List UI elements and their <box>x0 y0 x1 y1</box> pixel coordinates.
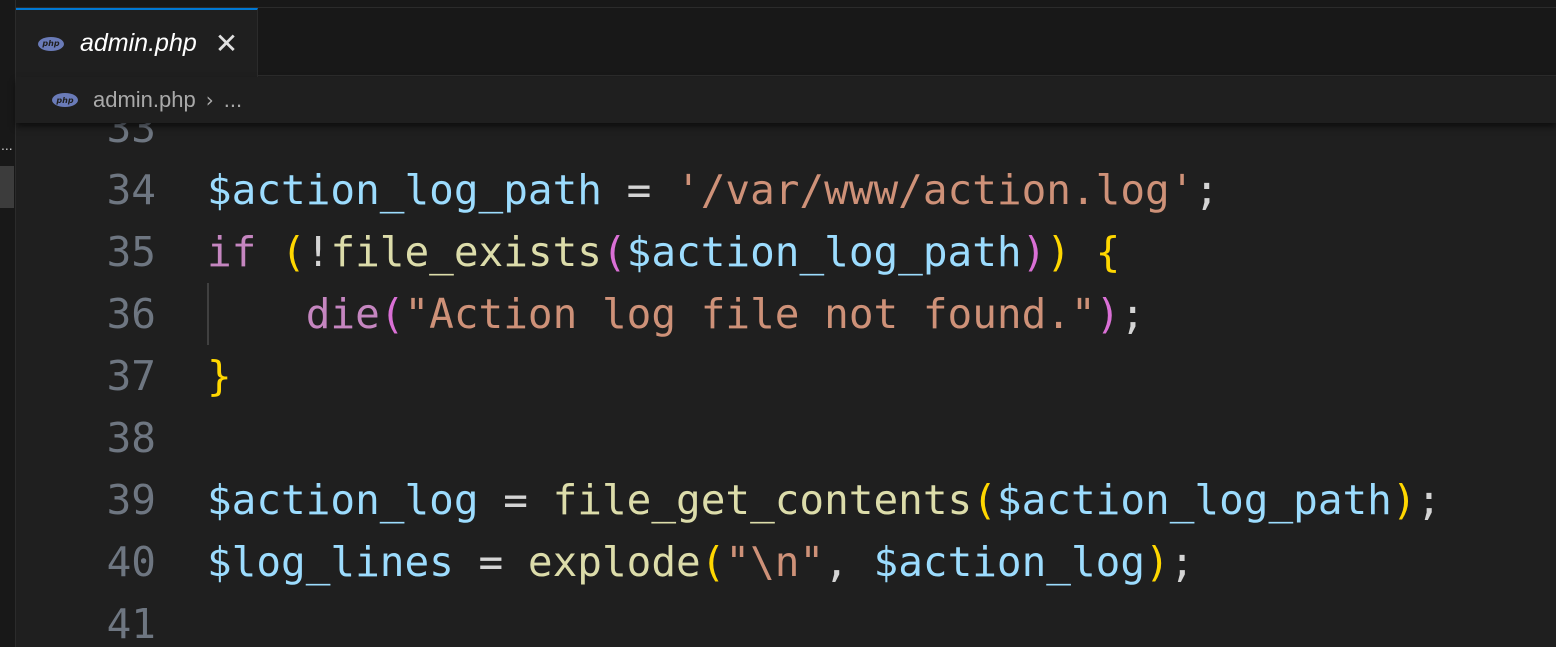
scroll-indicator[interactable] <box>0 166 14 208</box>
code-text[interactable]: $action_log = file_get_contents($action_… <box>207 476 1441 524</box>
line-number: 35 <box>106 228 156 276</box>
code-token: "Action log file not found." <box>404 290 1096 338</box>
line-number: 39 <box>106 476 156 524</box>
code-token: ; <box>1120 290 1146 338</box>
code-token: ; <box>1169 538 1195 586</box>
code-token: ) <box>1021 228 1047 276</box>
editor-window: ... php admin.php ✕ php admin.php › ... … <box>0 0 1556 647</box>
code-token: $action_log_path <box>996 476 1392 524</box>
code-editor[interactable]: 33 34 $action_log_path = '/var/www/action.… <box>16 123 1556 647</box>
code-token: ( <box>379 290 405 338</box>
code-token: = <box>453 538 528 586</box>
line-number: 40 <box>106 538 156 586</box>
php-file-icon: php <box>52 93 78 107</box>
code-token: ; <box>1194 166 1220 214</box>
code-token: ) <box>1145 538 1170 586</box>
tab-bar: php admin.php ✕ <box>16 0 1556 77</box>
php-file-icon: php <box>38 36 64 51</box>
code-token: ( <box>700 538 726 586</box>
code-line[interactable]: 35 if (!file_exists($action_log_path)) { <box>16 221 1556 283</box>
code-token: ( <box>281 228 306 276</box>
code-token: { <box>1095 228 1121 276</box>
line-number: 37 <box>106 352 156 400</box>
code-token: $action_log <box>873 538 1146 586</box>
breadcrumb-file[interactable]: admin.php <box>93 87 196 113</box>
code-line[interactable]: 33 <box>16 123 1556 159</box>
code-token: file_exists <box>330 228 602 276</box>
code-token: $action_log_path <box>626 228 1022 276</box>
code-token: file_get_contents <box>552 476 973 524</box>
code-token: die <box>305 290 380 338</box>
code-token: , <box>824 538 874 586</box>
code-token: '/var/www/action.log' <box>676 166 1195 214</box>
chevron-right-icon: › <box>205 88 214 112</box>
code-token: explode <box>527 538 701 586</box>
line-number: 34 <box>106 166 156 214</box>
code-token: ( <box>972 476 997 524</box>
code-line[interactable]: 36 die("Action log file not found."); <box>16 283 1556 345</box>
code-line[interactable]: 38 <box>16 407 1556 469</box>
tab-admin-php[interactable]: php admin.php ✕ <box>16 8 258 77</box>
code-token: ! <box>305 228 331 276</box>
line-number: 36 <box>106 290 156 338</box>
code-text[interactable]: if (!file_exists($action_log_path)) { <box>207 228 1120 276</box>
code-token: $action_log_path <box>207 166 602 214</box>
breadcrumb: php admin.php › ... <box>16 77 1556 123</box>
code-token: $log_lines <box>207 538 454 586</box>
tab-title: admin.php <box>80 29 197 57</box>
code-token: "\n" <box>725 538 825 586</box>
activity-strip: ... <box>0 0 16 647</box>
code-token: ) <box>1046 228 1071 276</box>
close-icon[interactable]: ✕ <box>215 29 238 58</box>
code-line[interactable]: 34 $action_log_path = '/var/www/action.lo… <box>16 159 1556 221</box>
more-indicator[interactable]: ... <box>1 138 13 152</box>
code-line[interactable]: 41 <box>16 593 1556 647</box>
code-line[interactable]: 40 $log_lines = explode("\n", $action_log… <box>16 531 1556 593</box>
code-token: = <box>478 476 553 524</box>
line-number: 38 <box>106 414 156 462</box>
line-number: 33 <box>106 123 156 152</box>
code-line[interactable]: 39 $action_log = file_get_contents($actio… <box>16 469 1556 531</box>
code-text[interactable]: } <box>207 352 232 400</box>
code-token: ( <box>601 228 627 276</box>
code-token: $action_log <box>207 476 479 524</box>
line-number: 41 <box>106 600 156 647</box>
code-token: ; <box>1416 476 1442 524</box>
code-token: } <box>207 352 232 400</box>
code-token: ) <box>1095 290 1121 338</box>
code-text[interactable]: $log_lines = explode("\n", $action_log); <box>207 538 1194 586</box>
code-token: = <box>601 166 677 214</box>
code-token: if <box>207 228 257 276</box>
code-text[interactable]: die("Action log file not found."); <box>207 290 1145 338</box>
code-line[interactable]: 37} <box>16 345 1556 407</box>
code-text[interactable]: $action_log_path = '/var/www/action.log'… <box>207 166 1219 214</box>
title-strip <box>16 0 1556 8</box>
code-token: ) <box>1391 476 1417 524</box>
breadcrumb-symbols[interactable]: ... <box>224 87 242 113</box>
